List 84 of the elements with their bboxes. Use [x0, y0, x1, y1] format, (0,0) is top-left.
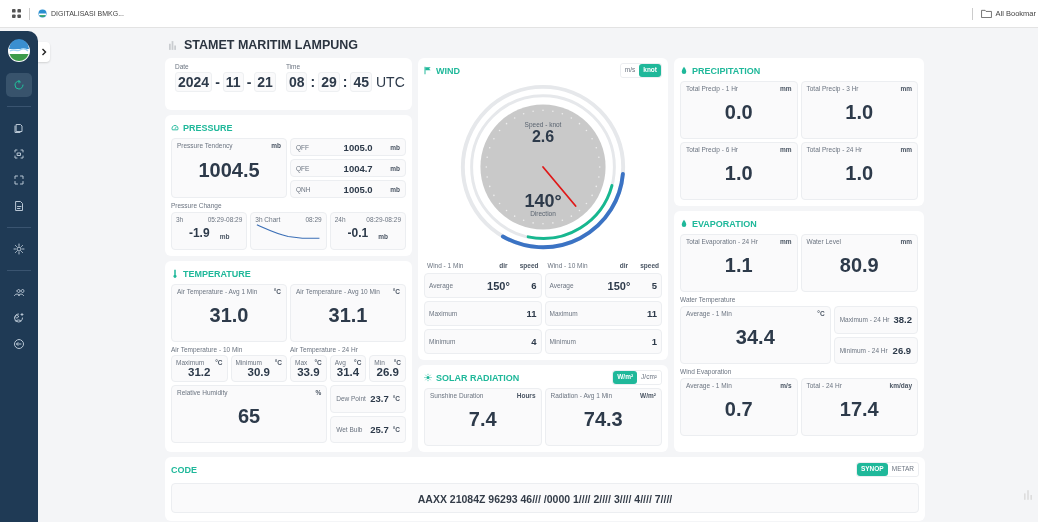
- section-title: WIND: [436, 65, 460, 76]
- change-value: -0.1: [347, 226, 369, 240]
- expand-icon: [13, 174, 25, 186]
- file-icon: [13, 200, 25, 212]
- droplet-icon: [680, 66, 688, 75]
- synop-code: AAXX 21084Z 96293 46/// /0000 1//// 2//// 3//// 4//// 7////: [417, 493, 673, 505]
- section-title: PRESSURE: [183, 122, 233, 133]
- speed-value: 5: [650, 280, 657, 291]
- stat-value: 1.0: [844, 101, 875, 124]
- flag-icon: [424, 66, 432, 75]
- stat-value: 26.9: [375, 366, 400, 378]
- wind-speed-value: 2.6: [531, 128, 555, 146]
- speed-value: 6: [530, 280, 537, 291]
- stat-value: 33.9: [296, 366, 321, 378]
- stat-value: 34.4: [734, 326, 776, 349]
- stat-value: 0.0: [723, 101, 754, 124]
- sidebar-button[interactable]: [6, 73, 32, 97]
- speed-value: 11: [525, 308, 537, 319]
- time-segment: 45: [350, 72, 372, 92]
- stat-value: 74.3: [582, 408, 624, 431]
- gauge-icon: [171, 123, 179, 132]
- speed-value: 4: [530, 336, 537, 347]
- stat-value: 7.4: [467, 408, 498, 431]
- time-segment: 08: [285, 72, 308, 92]
- stat-value: 31.0: [208, 304, 250, 327]
- logout-icon: [13, 338, 25, 350]
- bar-chart-icon: [1024, 490, 1032, 500]
- droplet-icon: [680, 219, 688, 228]
- date-segment: 2024: [175, 72, 213, 92]
- scan-icon: [13, 148, 25, 160]
- stat-value: 1.0: [723, 162, 754, 185]
- station-title: STAMET MARITIM LAMPUNG: [184, 38, 359, 52]
- date-segment: 11: [222, 72, 244, 92]
- reading-value: 1004.7: [342, 162, 374, 174]
- reading-value: 1005.0: [342, 183, 374, 195]
- direction-value: 150°: [487, 279, 510, 292]
- user-settings-icon: [13, 312, 25, 324]
- chevron-right-icon: [41, 48, 47, 56]
- timezone-label: UTC: [375, 74, 405, 90]
- thermometer-icon: [171, 269, 179, 278]
- section-title: PRECIPITATION: [692, 65, 761, 76]
- separator: :: [341, 74, 349, 90]
- documents-icon: [13, 122, 25, 134]
- stat-value: 1004.5: [197, 159, 261, 182]
- speed-value: 1: [650, 336, 657, 347]
- apps-grid-icon[interactable]: [12, 9, 21, 18]
- stat-value: 0.7: [723, 398, 754, 421]
- date-segment: 21: [254, 72, 276, 92]
- sun-icon: [424, 373, 432, 382]
- separator: -: [214, 74, 221, 90]
- reading-value: 25.7: [370, 423, 389, 435]
- users-icon: [13, 286, 25, 298]
- speed-value: 11: [645, 308, 657, 319]
- stat-value: 1.0: [844, 162, 875, 185]
- station-icon: [169, 40, 176, 50]
- settings-icon: [13, 243, 25, 255]
- sidebar-toggle-button[interactable]: [38, 42, 50, 62]
- section-title: SOLAR RADIATION: [436, 372, 520, 383]
- reading-value: 26.9: [891, 344, 912, 356]
- stat-value: 65: [236, 405, 262, 428]
- change-value: -1.9: [188, 226, 210, 240]
- stat-value: 80.9: [838, 254, 880, 277]
- direction-value: 150°: [607, 279, 631, 292]
- stat-value: 31.4: [336, 366, 361, 378]
- stat-value: 31.1: [327, 304, 369, 327]
- section-title: CODE: [171, 464, 197, 475]
- section-title: TEMPERATURE: [183, 268, 251, 279]
- logo-icon: [7, 39, 31, 63]
- separator: -: [245, 74, 253, 90]
- refresh-icon: [13, 79, 25, 91]
- separator: :: [309, 74, 317, 90]
- reading-value: 1005.0: [342, 141, 374, 153]
- section-title: EVAPORATION: [692, 218, 757, 229]
- folder-icon: [980, 9, 992, 18]
- pressure-sparkline: [255, 223, 322, 241]
- time-segment: 29: [318, 72, 340, 92]
- wind-direction-value: 140°: [524, 192, 562, 210]
- stat-value: 30.9: [246, 366, 271, 378]
- reading-value: 38.2: [893, 314, 912, 326]
- stat-value: 31.2: [187, 366, 212, 378]
- stat-value: 17.4: [838, 398, 880, 421]
- globe-logo-icon: [38, 9, 47, 18]
- stat-value: 1.1: [723, 254, 754, 277]
- reading-value: 23.7: [370, 393, 389, 405]
